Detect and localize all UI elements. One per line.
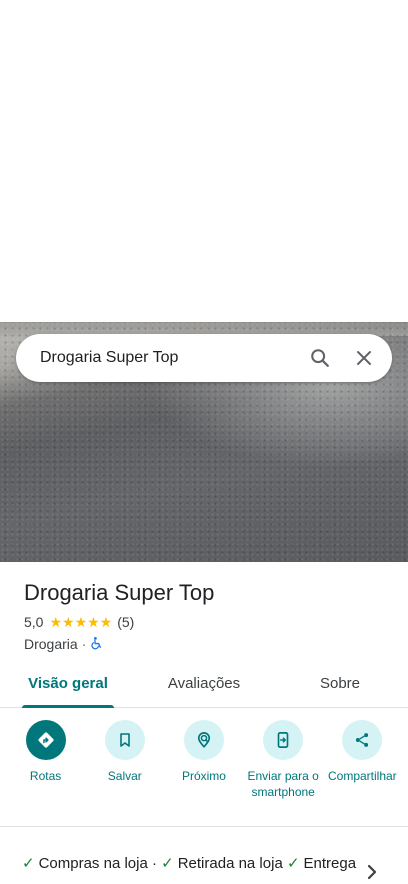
- review-count[interactable]: (5): [117, 614, 134, 630]
- directions-label: Rotas: [29, 769, 62, 783]
- place-category: Drogaria: [24, 636, 78, 652]
- save-label: Salvar: [107, 769, 142, 783]
- tab-reviews[interactable]: Avaliações: [136, 660, 272, 707]
- search-icon[interactable]: [298, 336, 342, 380]
- share-button[interactable]: Compartilhar: [325, 720, 399, 826]
- send-to-phone-button[interactable]: Enviar para o smartphone: [246, 720, 320, 826]
- send-to-phone-label: Enviar para o smartphone: [247, 769, 319, 799]
- nearby-icon[interactable]: [183, 720, 224, 760]
- service-label: Compras na loja: [38, 855, 148, 872]
- chevron-right-icon[interactable]: [362, 860, 382, 884]
- place-info: Drogaria Super Top 5,0 ★★★★★ (5) Drogari…: [24, 578, 384, 654]
- nearby-button[interactable]: Próximo: [167, 720, 241, 826]
- directions-icon[interactable]: [25, 720, 66, 760]
- rating-value: 5,0: [24, 614, 44, 630]
- category-row: Drogaria ·: [24, 634, 384, 654]
- search-bar[interactable]: Drogaria Super Top: [16, 334, 392, 382]
- save-button[interactable]: Salvar: [88, 720, 162, 826]
- action-row: Rotas Salvar Próximo Enviar para o smart…: [0, 720, 408, 826]
- service-item: ✓ Entrega: [287, 855, 356, 872]
- search-input[interactable]: Drogaria Super Top: [16, 349, 298, 367]
- service-label: Entrega: [303, 855, 357, 872]
- wheelchair-accessible-icon: [90, 636, 103, 653]
- tab-about[interactable]: Sobre: [272, 660, 408, 707]
- rating-row[interactable]: 5,0 ★★★★★ (5): [24, 612, 384, 632]
- service-label: Retirada na loja: [177, 855, 283, 872]
- place-title: Drogaria Super Top: [24, 580, 215, 605]
- check-icon: ✓: [22, 855, 35, 872]
- check-icon: ✓: [161, 855, 174, 872]
- send-to-phone-icon[interactable]: [263, 720, 304, 760]
- check-icon: ✓: [286, 855, 300, 872]
- star-rating-icon: ★★★★★: [49, 613, 113, 630]
- nearby-label: Próximo: [181, 769, 226, 783]
- service-item: ✓ Retirada na loja: [161, 855, 283, 872]
- tab-overview[interactable]: Visão geral: [0, 660, 136, 708]
- service-item: ✓ Compras na loja ·: [22, 855, 157, 872]
- share-label: Compartilhar: [327, 769, 397, 783]
- share-icon[interactable]: [342, 720, 383, 760]
- bookmark-icon[interactable]: [104, 720, 145, 760]
- directions-button[interactable]: Rotas: [9, 720, 83, 826]
- service-separator: ·: [151, 855, 157, 872]
- tab-bar: Visão geral Avaliações Sobre: [0, 660, 408, 708]
- section-divider: [0, 826, 408, 827]
- service-options[interactable]: ✓ Compras na loja · ✓ Retirada na loja ✓ En…: [22, 852, 362, 876]
- map-blank-area: [0, 0, 408, 322]
- close-icon[interactable]: [342, 336, 386, 380]
- category-separator: ·: [81, 636, 87, 652]
